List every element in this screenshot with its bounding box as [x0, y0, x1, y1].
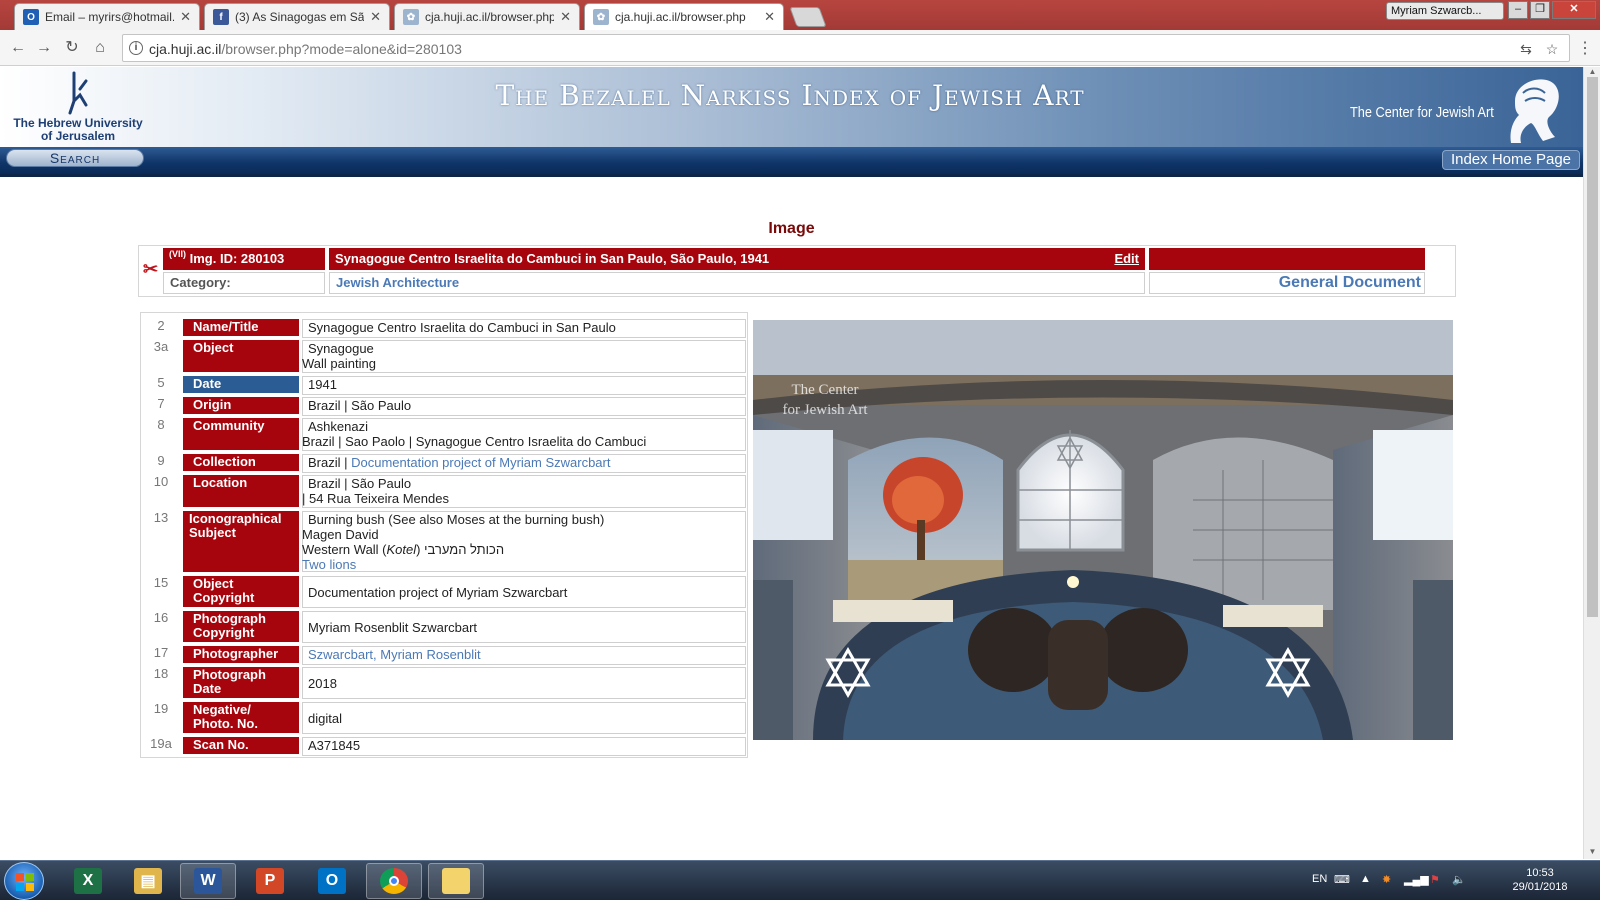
- taskbar-folder[interactable]: [428, 863, 484, 899]
- browser-toolbar: ← → ↻ ⌂ i cja.huji.ac.il/browser.php?mod…: [0, 30, 1600, 66]
- language-indicator[interactable]: EN: [1312, 873, 1327, 885]
- header-empty-cell: [1149, 248, 1425, 270]
- page-scrollbar[interactable]: ▲ ▼: [1583, 67, 1600, 859]
- remove-icon[interactable]: ✂: [143, 260, 161, 278]
- cja-lion-logo-icon[interactable]: [1505, 71, 1565, 147]
- outlook-icon: O: [23, 9, 39, 25]
- photographer-link[interactable]: Szwarcbart, Myriam Rosenblit: [308, 647, 481, 662]
- site-info-icon[interactable]: i: [129, 41, 143, 55]
- table-row: 7 Origin Brazil | São Paulo: [141, 395, 747, 416]
- tab-cja-1[interactable]: ✿ cja.huji.ac.il/browser.php ✕: [394, 3, 580, 30]
- browser-tab-bar: O Email – myrirs@hotmail.c ✕ f (3) As Si…: [0, 0, 1600, 30]
- menu-icon[interactable]: ⋮: [1577, 38, 1593, 58]
- close-icon[interactable]: ✕: [764, 9, 775, 25]
- site-nav-strip: Search Index Home Page: [0, 147, 1583, 177]
- keyboard-icon[interactable]: ⌨: [1334, 873, 1350, 886]
- record-title-cell: Synagogue Centro Israelita do Cambuci in…: [329, 248, 1145, 270]
- close-icon[interactable]: ✕: [180, 9, 191, 25]
- show-hidden-icons-icon[interactable]: ▲: [1360, 873, 1371, 885]
- system-clock[interactable]: 10:53 29/01/2018: [1500, 866, 1580, 894]
- windows-taskbar: X ▤ W P O EN ⌨ ▲ ✸ ▂▄▆ ⚑ 🔈 10:53 29/01/2…: [0, 860, 1600, 900]
- close-icon[interactable]: ✕: [370, 9, 381, 25]
- table-row: 15 Object Copyright Documentation project…: [141, 574, 747, 608]
- scroll-up-icon[interactable]: ▲: [1587, 67, 1598, 77]
- watermark-line-2: for Jewish Art: [783, 402, 869, 418]
- table-row: 5 Date 1941: [141, 374, 747, 395]
- category-label: Category:: [163, 272, 325, 294]
- taskbar-explorer[interactable]: ▤: [120, 863, 176, 899]
- url-text: cja.huji.ac.il/browser.php?mode=alone&id…: [149, 41, 462, 57]
- img-id-cell: (VII) Img. ID: 280103: [163, 248, 325, 270]
- two-lions-link[interactable]: Two lions: [302, 557, 740, 572]
- tab-cja-2[interactable]: ✿ cja.huji.ac.il/browser.php ✕: [584, 3, 784, 30]
- table-row: 10 Location Brazil | São Paulo | 54 Rua …: [141, 473, 747, 508]
- address-bar[interactable]: i cja.huji.ac.il/browser.php?mode=alone&…: [122, 34, 1570, 62]
- home-icon[interactable]: ⌂: [90, 38, 110, 58]
- folder-icon: [442, 868, 470, 894]
- site-banner: The Hebrew University of Jerusalem The B…: [0, 67, 1583, 147]
- table-row: 16 Photograph Copyright Myriam Rosenblit …: [141, 609, 747, 643]
- start-button[interactable]: [4, 862, 44, 900]
- taskbar-chrome[interactable]: [366, 863, 422, 899]
- record-header: ✂ (VII) Img. ID: 280103 Synagogue Centro…: [138, 245, 1456, 297]
- table-row: 3a Object Synagogue Wall painting: [141, 338, 747, 373]
- details-table: 2 Name/Title Synagogue Centro Israelita …: [140, 312, 748, 758]
- tab-email[interactable]: O Email – myrirs@hotmail.c ✕: [14, 3, 200, 30]
- index-home-page-link[interactable]: Index Home Page: [1442, 150, 1580, 170]
- tab-facebook[interactable]: f (3) As Sinagogas em São ✕: [204, 3, 390, 30]
- explorer-icon: ▤: [134, 868, 162, 894]
- table-row: 18 Photograph Date 2018: [141, 665, 747, 699]
- facebook-icon: f: [213, 9, 229, 25]
- table-row: 8 Community Ashkenazi Brazil | Sao Paolo…: [141, 416, 747, 451]
- watermark-line-1: The Center: [791, 382, 858, 398]
- minimize-icon[interactable]: –: [1508, 1, 1528, 19]
- taskbar-word[interactable]: W: [180, 863, 236, 899]
- outlook-icon: O: [318, 868, 346, 894]
- table-row: 19 Negative/Photo. No. digital: [141, 700, 747, 734]
- windows-logo-icon: [16, 873, 34, 891]
- new-tab-button[interactable]: [789, 7, 827, 27]
- table-row: 17 Photographer Szwarcbart, Myriam Rosen…: [141, 644, 747, 665]
- scroll-thumb[interactable]: [1587, 77, 1598, 617]
- university-name[interactable]: The Hebrew University of Jerusalem: [8, 117, 148, 143]
- site-title: The Bezalel Narkiss Index of Jewish Art: [495, 79, 1085, 112]
- flag-notification-icon[interactable]: ⚑: [1430, 873, 1440, 886]
- center-name[interactable]: The Center for Jewish Art: [1350, 104, 1494, 121]
- restore-icon[interactable]: ❐: [1530, 1, 1550, 19]
- chrome-icon: [380, 868, 408, 894]
- category-link[interactable]: Jewish Architecture: [329, 272, 1145, 294]
- search-button[interactable]: Search: [6, 149, 144, 167]
- general-document-link[interactable]: General Document: [1149, 272, 1425, 294]
- scroll-down-icon[interactable]: ▼: [1587, 847, 1598, 857]
- back-icon[interactable]: ←: [8, 38, 28, 58]
- edit-link[interactable]: Edit: [1114, 248, 1139, 270]
- taskbar-outlook[interactable]: O: [304, 863, 360, 899]
- collection-link[interactable]: Documentation project of Myriam Szwarcba…: [351, 455, 610, 470]
- forward-icon[interactable]: →: [34, 38, 54, 58]
- table-row: 19a Scan No. A371845: [141, 735, 747, 756]
- translate-icon[interactable]: ⇆: [1517, 40, 1535, 58]
- taskbar-excel[interactable]: X: [60, 863, 116, 899]
- app-tray-icon[interactable]: ✸: [1382, 873, 1391, 886]
- word-icon: W: [194, 868, 222, 894]
- table-row: 9 Collection Brazil | Documentation proj…: [141, 452, 747, 473]
- powerpoint-icon: P: [256, 868, 284, 894]
- reload-icon[interactable]: ↻: [62, 38, 82, 58]
- volume-icon[interactable]: 🔈: [1452, 873, 1466, 886]
- section-title: Image: [768, 220, 815, 237]
- close-icon[interactable]: ✕: [560, 9, 571, 25]
- profile-button[interactable]: Myriam Szwarcb...: [1386, 2, 1504, 20]
- hebrew-university-logo-icon[interactable]: [66, 71, 90, 115]
- page-viewport: The Hebrew University of Jerusalem The B…: [0, 67, 1583, 859]
- taskbar-powerpoint[interactable]: P: [242, 863, 298, 899]
- bookmark-star-icon[interactable]: ☆: [1543, 40, 1561, 58]
- network-icon[interactable]: ▂▄▆: [1404, 873, 1429, 886]
- table-row: 13 Iconographical Subject Burning bush (S…: [141, 509, 747, 572]
- table-row: 2 Name/Title Synagogue Centro Israelita …: [141, 317, 747, 338]
- excel-icon: X: [74, 868, 102, 894]
- synagogue-photo[interactable]: The Center for Jewish Art: [753, 320, 1453, 740]
- cja-icon: ✿: [593, 9, 609, 25]
- window-close-icon[interactable]: ✕: [1552, 1, 1596, 19]
- cja-icon: ✿: [403, 9, 419, 25]
